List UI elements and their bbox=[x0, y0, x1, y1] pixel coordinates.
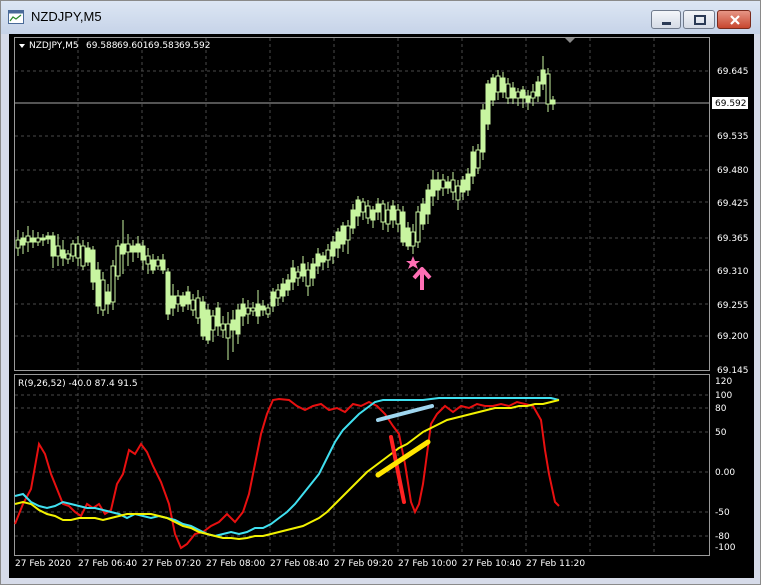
price-tick: 69.365 bbox=[717, 234, 749, 244]
indicator-axis: 120 100 80 50 0.00 -50 -80 -100 bbox=[715, 377, 736, 553]
indicator-tick: 100 bbox=[715, 391, 732, 401]
time-tick: 27 Feb 08:40 bbox=[270, 559, 329, 569]
indicator-tick: 50 bbox=[715, 428, 727, 438]
indicator-grid bbox=[15, 375, 709, 555]
window-title: NZDJPY,M5 bbox=[31, 9, 102, 24]
time-tick: 27 Feb 09:20 bbox=[334, 559, 393, 569]
close-button[interactable] bbox=[717, 10, 751, 29]
price-tick: 69.480 bbox=[717, 166, 749, 176]
time-tick: 27 Feb 2020 bbox=[15, 559, 71, 569]
price-chart-canvas[interactable]: NZDJPY,M5 69.588 69.601 69.583 69.592 69… bbox=[9, 34, 754, 578]
ohlc-close: 69.592 bbox=[179, 41, 211, 51]
ohlc-open: 69.588 bbox=[86, 41, 118, 51]
time-tick: 27 Feb 07:20 bbox=[142, 559, 201, 569]
price-axis: 69.645 69.535 69.480 69.425 69.365 69.31… bbox=[717, 67, 749, 376]
indicator-tick: 80 bbox=[715, 404, 727, 414]
indicator-tick: -50 bbox=[715, 508, 730, 518]
time-axis: 27 Feb 2020 27 Feb 06:40 27 Feb 07:20 27… bbox=[15, 559, 585, 569]
indicator-line-yellow bbox=[14, 399, 560, 541]
symbol-menu-arrow-icon[interactable] bbox=[19, 44, 25, 48]
time-tick: 27 Feb 08:00 bbox=[206, 559, 265, 569]
title-bar[interactable]: NZDJPY,M5 bbox=[1, 1, 760, 34]
price-tick: 69.425 bbox=[717, 199, 749, 209]
price-tick: 69.255 bbox=[717, 301, 749, 311]
up-arrow-marker-icon[interactable] bbox=[412, 267, 432, 290]
chart-area[interactable]: NZDJPY,M5 69.588 69.601 69.583 69.592 69… bbox=[9, 34, 754, 578]
close-icon bbox=[730, 15, 740, 25]
chart-window: NZDJPY,M5 NZDJPY,M5 69.588 69.601 69.583… bbox=[0, 0, 761, 585]
time-tick: 27 Feb 10:00 bbox=[398, 559, 457, 569]
indicator-tick: -80 bbox=[715, 532, 730, 542]
indicator-label: R(9,26,52) -40.0 87.4 91.5 bbox=[18, 379, 138, 389]
indicator-line-red bbox=[14, 397, 560, 550]
time-tick: 27 Feb 06:40 bbox=[78, 559, 137, 569]
indicator-tick: -100 bbox=[715, 543, 736, 553]
minimize-icon bbox=[662, 22, 671, 25]
minimize-button[interactable] bbox=[651, 10, 681, 29]
price-tick: 69.310 bbox=[717, 267, 749, 277]
chart-window-icon bbox=[8, 10, 24, 24]
ohlc-high: 69.601 bbox=[117, 41, 149, 51]
price-tick: 69.535 bbox=[717, 132, 749, 142]
indicator-tick: 120 bbox=[715, 377, 732, 387]
indicator-tick: 0.00 bbox=[715, 468, 735, 478]
price-tick: 69.200 bbox=[717, 332, 749, 342]
maximize-button[interactable] bbox=[683, 10, 715, 29]
price-tick: 69.145 bbox=[717, 366, 749, 376]
indicator-panel-border bbox=[14, 374, 710, 556]
price-tick: 69.645 bbox=[717, 67, 749, 77]
ohlc-low: 69.583 bbox=[148, 41, 180, 51]
current-price-label: 69.592 bbox=[715, 99, 747, 109]
chart-shift-marker-icon[interactable] bbox=[565, 38, 575, 43]
star-marker-icon[interactable] bbox=[406, 256, 420, 269]
indicator-line-cyan bbox=[14, 397, 560, 538]
symbol-label: NZDJPY,M5 bbox=[29, 41, 79, 51]
time-tick: 27 Feb 10:40 bbox=[462, 559, 521, 569]
time-tick: 27 Feb 11:20 bbox=[526, 559, 585, 569]
maximize-icon bbox=[694, 15, 706, 25]
candlestick-series bbox=[15, 56, 556, 360]
